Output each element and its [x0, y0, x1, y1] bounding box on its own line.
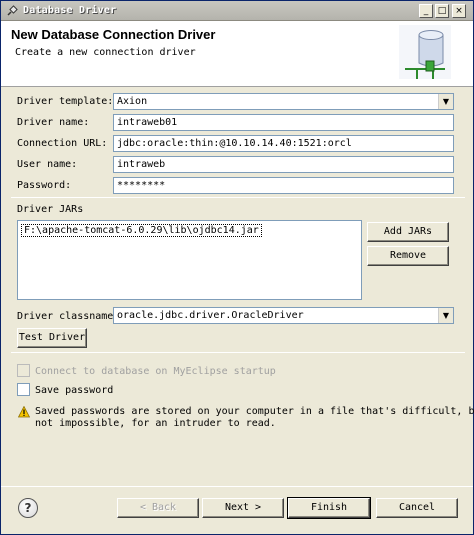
save-password-label: Save password	[35, 385, 114, 396]
connection-url-input[interactable]: jdbc:oracle:thin:@10.10.14.40:1521:orcl	[113, 135, 454, 152]
password-label: Password:	[17, 180, 72, 191]
title-bar[interactable]: Database Driver _ □ ×	[1, 1, 473, 21]
save-password-checkbox[interactable]	[17, 383, 30, 396]
separator	[11, 352, 465, 353]
driver-name-input[interactable]: intraweb01	[113, 114, 454, 131]
footer-separator	[1, 486, 473, 487]
minimize-button[interactable]: _	[419, 4, 433, 18]
separator	[11, 197, 465, 198]
cancel-button[interactable]: Cancel	[376, 498, 458, 518]
driver-name-label: Driver name:	[17, 117, 90, 128]
password-input[interactable]: ********	[113, 177, 454, 194]
test-driver-button[interactable]: Test Driver	[17, 328, 87, 348]
connect-on-startup-label: Connect to database on MyEclipse startup	[35, 366, 276, 377]
driver-template-label: Driver template:	[17, 96, 114, 107]
warning-text-line-2: not impossible, for an intruder to read.	[35, 418, 276, 429]
next-button[interactable]: Next >	[202, 498, 284, 518]
close-button[interactable]: ×	[452, 4, 466, 18]
list-item[interactable]: F:\apache-tomcat-6.0.29\lib\ojdbc14.jar	[21, 224, 262, 237]
plug-icon	[7, 5, 18, 16]
back-button[interactable]: < Back	[117, 498, 199, 518]
connection-url-label: Connection URL:	[17, 138, 108, 149]
driver-template-select[interactable]: Axion ▼	[113, 93, 454, 110]
window-title: Database Driver	[23, 5, 117, 16]
database-icon	[399, 25, 451, 79]
maximize-button[interactable]: □	[435, 4, 449, 18]
chevron-down-icon[interactable]: ▼	[438, 94, 453, 109]
add-jars-button[interactable]: Add JARs	[367, 222, 449, 242]
wizard-header: New Database Connection Driver Create a …	[1, 21, 473, 87]
driver-classname-select[interactable]: oracle.jdbc.driver.OracleDriver ▼	[113, 307, 454, 324]
driver-classname-value: oracle.jdbc.driver.OracleDriver	[117, 310, 304, 321]
page-description: Create a new connection driver	[15, 47, 196, 58]
help-icon[interactable]: ?	[18, 498, 38, 518]
warning-text-line-1: Saved passwords are stored on your compu…	[35, 406, 474, 417]
user-name-input[interactable]: intraweb	[113, 156, 454, 173]
page-title: New Database Connection Driver	[11, 27, 216, 42]
driver-template-value: Axion	[117, 96, 148, 107]
chevron-down-icon[interactable]: ▼	[438, 308, 453, 323]
connect-on-startup-checkbox[interactable]	[17, 364, 30, 377]
driver-jars-list[interactable]: F:\apache-tomcat-6.0.29\lib\ojdbc14.jar	[17, 220, 362, 300]
driver-classname-label: Driver classname:	[17, 311, 120, 322]
warning-icon	[18, 406, 30, 418]
remove-jar-button[interactable]: Remove	[367, 246, 449, 266]
finish-button[interactable]: Finish	[287, 497, 371, 519]
driver-jars-label: Driver JARs	[17, 204, 84, 215]
user-name-label: User name:	[17, 159, 78, 170]
database-driver-dialog: Database Driver _ □ × New Database Conne…	[0, 0, 474, 535]
